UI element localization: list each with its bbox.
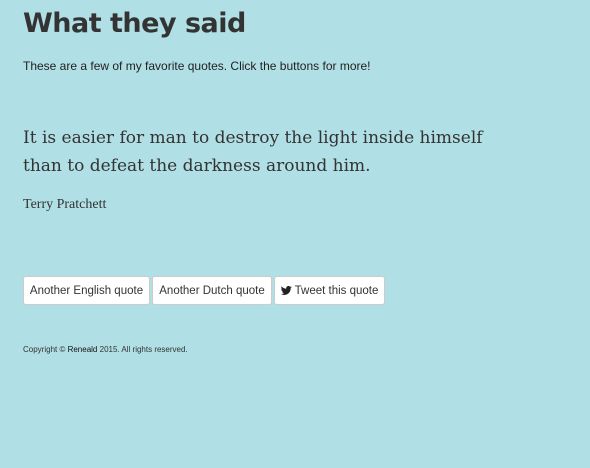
tweet-quote-button[interactable]: Tweet this quote xyxy=(274,276,385,305)
another-english-quote-label: Another English quote xyxy=(29,284,144,297)
another-dutch-quote-label: Another Dutch quote xyxy=(159,284,265,297)
quote-author: Terry Pratchett xyxy=(23,197,107,212)
page-subtitle: These are a few of my favorite quotes. C… xyxy=(23,59,371,73)
footer-author-link[interactable]: Reneald xyxy=(68,345,98,354)
quote-text: It is easier for man to destroy the ligh… xyxy=(23,128,483,176)
footer-suffix: 2015. All rights reserved. xyxy=(97,345,188,354)
another-dutch-quote-button[interactable]: Another Dutch quote xyxy=(152,276,272,305)
tweet-quote-label: Tweet this quote xyxy=(294,284,379,297)
footer-prefix: Copyright © xyxy=(23,345,68,354)
footer-copyright: Copyright © Reneald 2015. All rights res… xyxy=(23,345,188,354)
another-english-quote-button[interactable]: Another English quote xyxy=(23,276,150,305)
twitter-icon xyxy=(280,285,292,296)
button-group: Another English quote Another Dutch quot… xyxy=(23,276,385,305)
page-title: What they said xyxy=(23,8,246,39)
